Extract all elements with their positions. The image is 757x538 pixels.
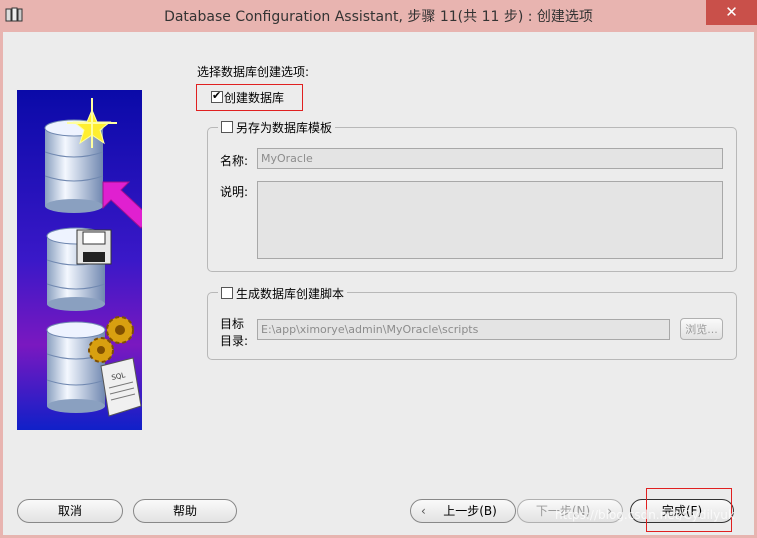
database-illustration: SQL	[17, 90, 142, 430]
template-desc-label: 说明:	[220, 185, 249, 199]
close-button[interactable]: ✕	[706, 0, 757, 25]
window-title: Database Configuration Assistant, 步骤 11(…	[164, 9, 593, 25]
dialog-body: SQL 选择数据库创建选项: 创建数据库 另存为数据库模板 名称: MyOrac…	[3, 32, 754, 535]
template-checkbox[interactable]	[221, 121, 233, 133]
script-dir-input[interactable]: E:\app\ximorye\admin\MyOracle\scripts	[257, 319, 670, 340]
create-db-checkbox[interactable]	[211, 89, 223, 103]
cancel-button[interactable]: 取消	[17, 499, 123, 523]
script-group-title[interactable]: 生成数据库创建脚本	[236, 287, 344, 301]
watermark-text: https://blog.csdn.net/Cydilyuk	[555, 508, 735, 522]
template-desc-textarea[interactable]	[257, 181, 723, 259]
back-button[interactable]: ‹ 上一步(B)	[410, 499, 516, 523]
script-dir-label-line2: 目录:	[220, 334, 249, 348]
database-cylinder-3	[46, 321, 106, 413]
browse-button[interactable]: 浏览...	[680, 318, 723, 340]
back-button-label: 上一步(B)	[443, 504, 497, 518]
script-checkbox[interactable]	[221, 287, 233, 299]
create-db-label[interactable]: 创建数据库	[224, 89, 284, 106]
script-dir-label-line1: 目标	[220, 317, 245, 331]
help-button[interactable]: 帮助	[133, 499, 237, 523]
title-bar[interactable]: Database Configuration Assistant, 步骤 11(…	[0, 0, 757, 32]
template-group-header: 另存为数据库模板	[218, 119, 336, 136]
script-group-header: 生成数据库创建脚本	[218, 285, 348, 302]
section-label: 选择数据库创建选项:	[197, 65, 310, 79]
script-dir-label: 目标 目录:	[220, 316, 248, 350]
template-group-title[interactable]: 另存为数据库模板	[236, 121, 332, 135]
template-name-label: 名称:	[220, 154, 249, 168]
chevron-left-icon: ‹	[421, 504, 426, 518]
template-name-input[interactable]: MyOracle	[257, 148, 723, 169]
